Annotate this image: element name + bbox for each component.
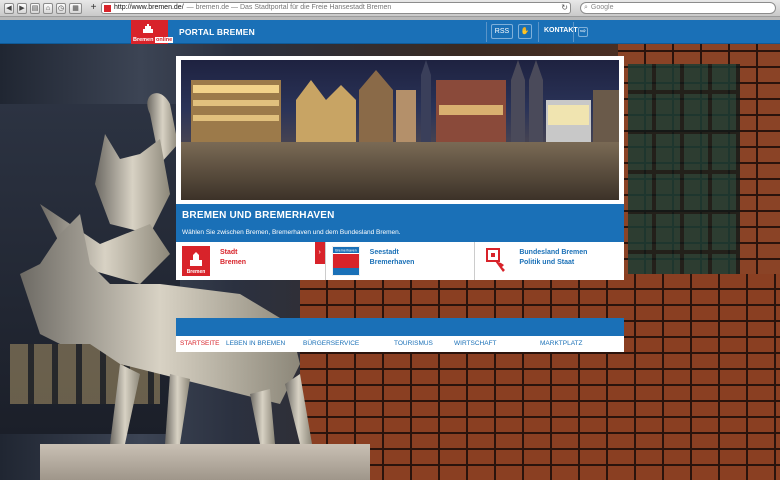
hero-photo-frame	[176, 56, 624, 204]
nav-buergerservice[interactable]: BÜRGERSERVICE	[303, 340, 359, 347]
header-divider	[538, 22, 539, 42]
search-icon: ⌕	[584, 4, 588, 11]
main-navigation: STARTSEITE LEBEN IN BREMEN BÜRGERSERVICE…	[176, 336, 624, 352]
history-icon[interactable]: ◷	[56, 2, 66, 14]
top-sites-icon[interactable]: ▦	[69, 2, 83, 14]
choice-line: Seestadt	[369, 249, 399, 256]
add-bookmark-icon[interactable]: +	[89, 2, 98, 14]
logo-text: Bremen online	[133, 37, 174, 43]
bremerhaven-flag-label: Bremerhaven	[335, 249, 357, 253]
choice-bundesland-bremen[interactable]: Bundesland Bremen Politik und Staat	[475, 242, 624, 280]
logo-word: Bremen	[133, 37, 154, 43]
url-text: http://www.bremen.de/	[114, 4, 184, 11]
choice-seestadt-bremerhaven[interactable]: Bremerhaven Seestadt Bremerhaven	[326, 242, 476, 280]
hero-title: BREMEN UND BREMERHAVEN	[182, 210, 335, 221]
choice-row: Bremen Stadt Bremen › Bremerhaven Seesta…	[176, 242, 624, 280]
bremen-online-logo[interactable]: Bremen online	[131, 20, 174, 44]
page-title-text: — bremen.de — Das Stadtportal für die Fr…	[186, 4, 392, 11]
header-divider	[573, 22, 574, 42]
login-icon[interactable]: ⇨	[578, 27, 588, 37]
hero-band: BREMEN UND BREMERHAVEN Wählen Sie zwisch…	[176, 204, 624, 242]
nav-wirtschaft[interactable]: WIRTSCHAFT	[454, 340, 497, 347]
choice-line: Bremen	[220, 259, 247, 266]
background-window	[628, 64, 740, 290]
hero-subtitle: Wählen Sie zwischen Bremen, Bremerhaven …	[182, 229, 401, 236]
bremen-logo-icon: Bremen	[182, 246, 210, 276]
choice-label: Stadt Bremen	[220, 248, 246, 268]
choice-line: Bundesland Bremen	[519, 249, 588, 256]
portal-title[interactable]: PORTAL BREMEN	[179, 27, 255, 37]
rss-icon[interactable]: RSS	[491, 24, 513, 39]
favicon-icon	[104, 4, 111, 12]
home-icon[interactable]: ⌂	[43, 2, 53, 14]
marktplatz-square	[181, 142, 619, 200]
bookmarks-icon[interactable]: ▤	[30, 2, 40, 14]
search-placeholder: Google	[590, 4, 614, 11]
choice-line: Stadt	[220, 249, 238, 256]
portal-card: BREMEN UND BREMERHAVEN Wählen Sie zwisch…	[176, 56, 624, 352]
chevron-right-icon[interactable]: ›	[314, 242, 325, 264]
reload-icon[interactable]: ↻	[561, 3, 570, 13]
choice-stadt-bremen[interactable]: Bremen Stadt Bremen ›	[176, 242, 326, 280]
logo-badge: online	[155, 37, 174, 43]
bremen-logo-label: Bremen	[187, 269, 206, 275]
forward-icon[interactable]: ▶	[17, 2, 27, 14]
sign-language-icon[interactable]: ✋	[518, 24, 532, 39]
statue-pedestal	[40, 444, 370, 480]
town-musicians-logo-icon	[143, 24, 153, 33]
nav-band	[176, 318, 624, 336]
browser-toolbar: ◀ ▶ ▤ ⌂ ◷ ▦ + http://www.bremen.de/ — br…	[0, 0, 780, 17]
choice-line: Bremerhaven	[369, 259, 415, 266]
address-bar[interactable]: http://www.bremen.de/ — bremen.de — Das …	[101, 2, 571, 14]
nav-tourismus[interactable]: TOURISMUS	[394, 340, 433, 347]
header-divider	[486, 22, 487, 42]
nav-startseite[interactable]: STARTSEITE	[180, 340, 220, 347]
site-header: Bremen online PORTAL BREMEN RSS ✋ KONTAK…	[0, 20, 780, 44]
nav-marktplatz[interactable]: MARKTPLATZ	[540, 340, 583, 347]
bremerhaven-flag-icon: Bremerhaven	[331, 246, 360, 276]
nav-leben-in-bremen[interactable]: LEBEN IN BREMEN	[226, 340, 285, 347]
key-icon	[486, 248, 506, 272]
back-icon[interactable]: ◀	[4, 2, 14, 14]
marktplatz-panorama[interactable]	[181, 60, 619, 200]
choice-line: Politik und Staat	[519, 259, 575, 266]
search-input[interactable]: ⌕ Google	[580, 2, 776, 14]
choice-label: Bundesland Bremen Politik und Staat	[519, 248, 587, 268]
choice-label: Seestadt Bremerhaven	[370, 248, 415, 268]
